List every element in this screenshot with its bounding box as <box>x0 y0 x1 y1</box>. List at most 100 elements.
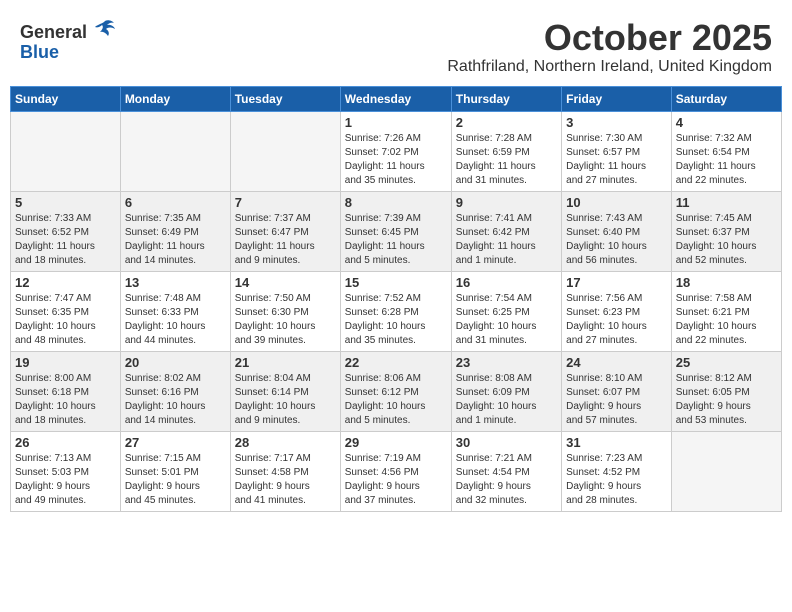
logo-general-text: General <box>20 22 87 42</box>
calendar-cell: 1Sunrise: 7:26 AM Sunset: 7:02 PM Daylig… <box>340 111 451 191</box>
day-number: 22 <box>345 355 447 370</box>
calendar-cell: 3 Sunrise: 7:30 AM Sunset: 6:57 PM Daylig… <box>562 111 672 191</box>
day-info: Sunrise: 7:15 AM Sunset: 5:01 PM Dayligh… <box>125 452 226 508</box>
day-number: 14 <box>235 275 336 290</box>
day-info: Sunrise: 7:47 AM Sunset: 6:35 PM Dayligh… <box>15 292 116 348</box>
day-info: Sunrise: 7:45 AM Sunset: 6:37 PM Dayligh… <box>676 212 777 268</box>
day-info: Sunrise: 7:30 AM Sunset: 6:57 PM Dayligh… <box>566 132 667 188</box>
day-info: Sunrise: 7:21 AM Sunset: 4:54 PM Dayligh… <box>456 452 557 508</box>
day-info: Sunrise: 7:39 AM Sunset: 6:45 PM Dayligh… <box>345 212 447 268</box>
calendar-cell: 13 Sunrise: 7:48 AM Sunset: 6:33 PM Dayli… <box>120 271 230 351</box>
title-area: October 2025 Rathfriland, Northern Irela… <box>447 18 772 76</box>
day-number: 23 <box>456 355 557 370</box>
day-info: Sunrise: 7:54 AM Sunset: 6:25 PM Dayligh… <box>456 292 557 348</box>
th-sunday: Sunday <box>11 86 121 111</box>
day-number: 8 <box>345 195 447 210</box>
th-tuesday: Tuesday <box>230 86 340 111</box>
calendar-cell: 8 Sunrise: 7:39 AM Sunset: 6:45 PM Daylig… <box>340 191 451 271</box>
calendar-cell: 16 Sunrise: 7:54 AM Sunset: 6:25 PM Dayli… <box>451 271 561 351</box>
day-info: Sunrise: 7:50 AM Sunset: 6:30 PM Dayligh… <box>235 292 336 348</box>
calendar-cell: 9 Sunrise: 7:41 AM Sunset: 6:42 PM Daylig… <box>451 191 561 271</box>
day-info: Sunrise: 7:43 AM Sunset: 6:40 PM Dayligh… <box>566 212 667 268</box>
calendar-cell: 15Sunrise: 7:52 AM Sunset: 6:28 PM Dayli… <box>340 271 451 351</box>
day-info: Sunrise: 8:08 AM Sunset: 6:09 PM Dayligh… <box>456 372 557 428</box>
month-title: October 2025 <box>447 18 772 58</box>
calendar-week-1: 1Sunrise: 7:26 AM Sunset: 7:02 PM Daylig… <box>11 111 782 191</box>
calendar-week-4: 19 Sunrise: 8:00 AM Sunset: 6:18 PM Dayli… <box>11 351 782 431</box>
day-number: 29 <box>345 435 447 450</box>
day-number: 26 <box>15 435 116 450</box>
day-number: 21 <box>235 355 336 370</box>
calendar-cell: 24Sunrise: 8:10 AM Sunset: 6:07 PM Dayli… <box>562 351 672 431</box>
day-info: Sunrise: 7:35 AM Sunset: 6:49 PM Dayligh… <box>125 212 226 268</box>
day-info: Sunrise: 7:28 AM Sunset: 6:59 PM Dayligh… <box>456 132 557 188</box>
th-wednesday: Wednesday <box>340 86 451 111</box>
th-friday: Friday <box>562 86 672 111</box>
th-thursday: Thursday <box>451 86 561 111</box>
day-info: Sunrise: 7:41 AM Sunset: 6:42 PM Dayligh… <box>456 212 557 268</box>
calendar-cell: 14 Sunrise: 7:50 AM Sunset: 6:30 PM Dayli… <box>230 271 340 351</box>
calendar-cell: 19 Sunrise: 8:00 AM Sunset: 6:18 PM Dayli… <box>11 351 121 431</box>
calendar-cell: 18 Sunrise: 7:58 AM Sunset: 6:21 PM Dayli… <box>671 271 781 351</box>
calendar-week-3: 12 Sunrise: 7:47 AM Sunset: 6:35 PM Dayli… <box>11 271 782 351</box>
calendar-cell: 7Sunrise: 7:37 AM Sunset: 6:47 PM Daylig… <box>230 191 340 271</box>
logo-blue-text: Blue <box>20 43 59 61</box>
day-number: 16 <box>456 275 557 290</box>
day-number: 5 <box>15 195 116 210</box>
day-info: Sunrise: 7:56 AM Sunset: 6:23 PM Dayligh… <box>566 292 667 348</box>
day-info: Sunrise: 7:58 AM Sunset: 6:21 PM Dayligh… <box>676 292 777 348</box>
day-info: Sunrise: 8:10 AM Sunset: 6:07 PM Dayligh… <box>566 372 667 428</box>
calendar-cell <box>120 111 230 191</box>
calendar-cell: 28 Sunrise: 7:17 AM Sunset: 4:58 PM Dayli… <box>230 431 340 511</box>
day-number: 20 <box>125 355 226 370</box>
calendar-cell: 29 Sunrise: 7:19 AM Sunset: 4:56 PM Dayli… <box>340 431 451 511</box>
day-number: 17 <box>566 275 667 290</box>
calendar-cell: 20Sunrise: 8:02 AM Sunset: 6:16 PM Dayli… <box>120 351 230 431</box>
calendar-week-5: 26 Sunrise: 7:13 AM Sunset: 5:03 PM Dayli… <box>11 431 782 511</box>
day-info: Sunrise: 7:19 AM Sunset: 4:56 PM Dayligh… <box>345 452 447 508</box>
day-number: 3 <box>566 115 667 130</box>
calendar-cell: 17 Sunrise: 7:56 AM Sunset: 6:23 PM Dayli… <box>562 271 672 351</box>
day-number: 15 <box>345 275 447 290</box>
calendar-cell: 2Sunrise: 7:28 AM Sunset: 6:59 PM Daylig… <box>451 111 561 191</box>
calendar-cell: 23 Sunrise: 8:08 AM Sunset: 6:09 PM Dayli… <box>451 351 561 431</box>
day-info: Sunrise: 8:06 AM Sunset: 6:12 PM Dayligh… <box>345 372 447 428</box>
day-number: 6 <box>125 195 226 210</box>
th-monday: Monday <box>120 86 230 111</box>
calendar-cell: 31Sunrise: 7:23 AM Sunset: 4:52 PM Dayli… <box>562 431 672 511</box>
day-number: 18 <box>676 275 777 290</box>
day-info: Sunrise: 8:04 AM Sunset: 6:14 PM Dayligh… <box>235 372 336 428</box>
header: General Blue October 2025 Rathfriland, N… <box>10 10 782 80</box>
day-info: Sunrise: 7:48 AM Sunset: 6:33 PM Dayligh… <box>125 292 226 348</box>
calendar-cell: 6 Sunrise: 7:35 AM Sunset: 6:49 PM Daylig… <box>120 191 230 271</box>
calendar-cell: 12 Sunrise: 7:47 AM Sunset: 6:35 PM Dayli… <box>11 271 121 351</box>
calendar-cell: 25Sunrise: 8:12 AM Sunset: 6:05 PM Dayli… <box>671 351 781 431</box>
calendar-cell: 27Sunrise: 7:15 AM Sunset: 5:01 PM Dayli… <box>120 431 230 511</box>
logo-bird-icon <box>92 18 116 38</box>
calendar-cell <box>11 111 121 191</box>
calendar-cell: 10 Sunrise: 7:43 AM Sunset: 6:40 PM Dayli… <box>562 191 672 271</box>
day-number: 9 <box>456 195 557 210</box>
day-info: Sunrise: 7:23 AM Sunset: 4:52 PM Dayligh… <box>566 452 667 508</box>
day-info: Sunrise: 7:17 AM Sunset: 4:58 PM Dayligh… <box>235 452 336 508</box>
day-number: 7 <box>235 195 336 210</box>
day-number: 11 <box>676 195 777 210</box>
day-info: Sunrise: 7:13 AM Sunset: 5:03 PM Dayligh… <box>15 452 116 508</box>
calendar-cell: 22 Sunrise: 8:06 AM Sunset: 6:12 PM Dayli… <box>340 351 451 431</box>
day-number: 30 <box>456 435 557 450</box>
day-info: Sunrise: 7:32 AM Sunset: 6:54 PM Dayligh… <box>676 132 777 188</box>
calendar-cell: 21 Sunrise: 8:04 AM Sunset: 6:14 PM Dayli… <box>230 351 340 431</box>
calendar-cell: 4Sunrise: 7:32 AM Sunset: 6:54 PM Daylig… <box>671 111 781 191</box>
day-number: 10 <box>566 195 667 210</box>
day-info: Sunrise: 8:00 AM Sunset: 6:18 PM Dayligh… <box>15 372 116 428</box>
day-info: Sunrise: 8:12 AM Sunset: 6:05 PM Dayligh… <box>676 372 777 428</box>
day-number: 1 <box>345 115 447 130</box>
location-title: Rathfriland, Northern Ireland, United Ki… <box>447 58 772 76</box>
calendar-week-2: 5Sunrise: 7:33 AM Sunset: 6:52 PM Daylig… <box>11 191 782 271</box>
day-number: 28 <box>235 435 336 450</box>
th-saturday: Saturday <box>671 86 781 111</box>
day-number: 12 <box>15 275 116 290</box>
day-number: 19 <box>15 355 116 370</box>
calendar-cell <box>230 111 340 191</box>
day-number: 13 <box>125 275 226 290</box>
